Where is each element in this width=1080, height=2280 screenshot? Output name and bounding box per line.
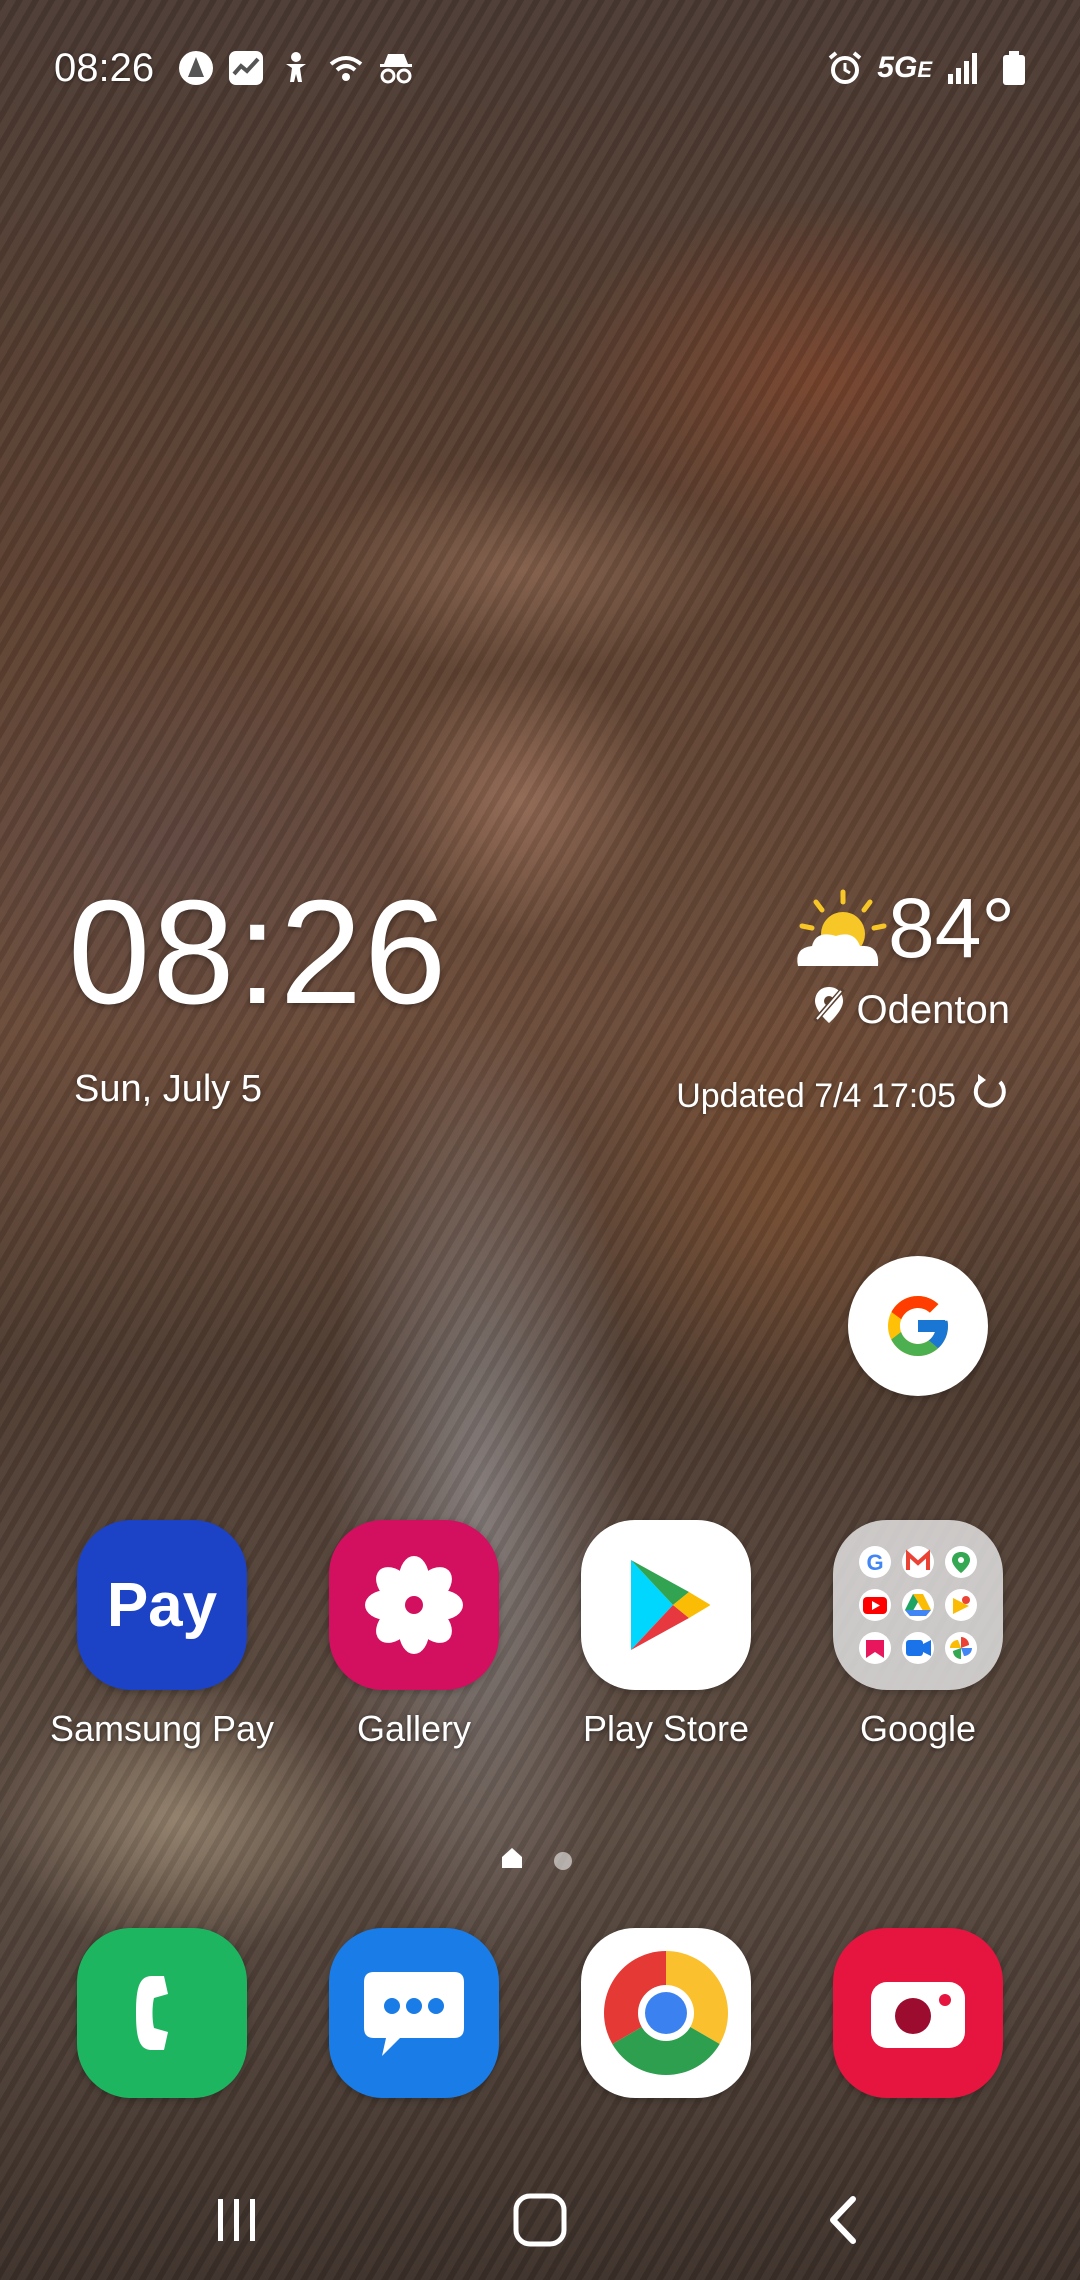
activity-icon — [228, 50, 264, 86]
gallery-flower-icon[interactable] — [329, 1520, 499, 1690]
incognito-icon — [378, 50, 414, 86]
location-label: Odenton — [856, 987, 1010, 1032]
chrome-icon[interactable] — [581, 1928, 751, 2098]
recents-icon[interactable] — [197, 2180, 277, 2260]
app-label: Gallery — [356, 1708, 472, 1749]
weather-updated[interactable]: Updated 7/4 17:05 — [676, 1072, 1010, 1121]
clock-time[interactable]: 08:26 — [68, 878, 448, 1028]
app-label: Samsung Pay — [49, 1708, 275, 1749]
home-icon[interactable] — [500, 2180, 580, 2260]
weather-location[interactable]: Odenton — [811, 985, 1010, 1035]
play-store-icon[interactable] — [581, 1520, 751, 1690]
status-time: 08:26 — [54, 46, 155, 90]
back-icon[interactable] — [803, 2180, 883, 2260]
weather-temperature[interactable]: 84° — [888, 880, 1015, 976]
google-g-icon — [888, 1296, 948, 1356]
app-label: Play Store — [582, 1708, 750, 1749]
network-type: 5GE — [877, 51, 932, 84]
samsung-pay-icon-text: Pay — [106, 1570, 218, 1640]
dock-messages[interactable] — [314, 1928, 514, 2098]
app-gallery[interactable]: Gallery — [314, 1520, 514, 1750]
signal-icon — [946, 50, 982, 86]
updated-label: Updated 7/4 17:05 — [676, 1077, 956, 1115]
app-folder-google[interactable]: G Google — [818, 1520, 1018, 1750]
alarm-icon — [827, 50, 863, 86]
page-dot[interactable] — [554, 1851, 572, 1870]
wifi-question-icon — [328, 50, 364, 86]
clock-date[interactable]: Sun, July 5 — [74, 1068, 262, 1111]
refresh-icon[interactable] — [970, 1072, 1010, 1121]
notification-a-icon — [178, 50, 214, 86]
google-search-button[interactable] — [848, 1256, 988, 1396]
home-page-icon[interactable] — [500, 1846, 524, 1875]
dock-camera[interactable] — [818, 1928, 1018, 2098]
samsung-pay-icon[interactable]: Pay — [77, 1520, 247, 1690]
app-label: Google — [859, 1708, 977, 1749]
camera-icon[interactable] — [833, 1928, 1003, 2098]
phone-icon[interactable] — [77, 1928, 247, 2098]
battery-icon — [996, 50, 1032, 86]
dock-chrome[interactable] — [566, 1928, 766, 2098]
status-bar: 08:26 5GE — [0, 0, 1080, 140]
partly-sunny-icon[interactable] — [788, 886, 888, 976]
location-off-icon — [811, 985, 847, 1035]
status-notification-icons — [178, 50, 414, 86]
page-indicator[interactable] — [500, 1846, 572, 1875]
app-play-store[interactable]: Play Store — [566, 1520, 766, 1750]
navigation-bar — [0, 2160, 1080, 2280]
svg-text:G: G — [866, 1550, 883, 1575]
google-folder-icon[interactable]: G — [833, 1520, 1003, 1690]
messages-icon[interactable] — [329, 1928, 499, 2098]
dock-phone[interactable] — [62, 1928, 262, 2098]
app-samsung-pay[interactable]: Pay Samsung Pay — [50, 1520, 274, 1750]
status-system-icons: 5GE — [827, 50, 1032, 86]
accessibility-icon — [278, 50, 314, 86]
